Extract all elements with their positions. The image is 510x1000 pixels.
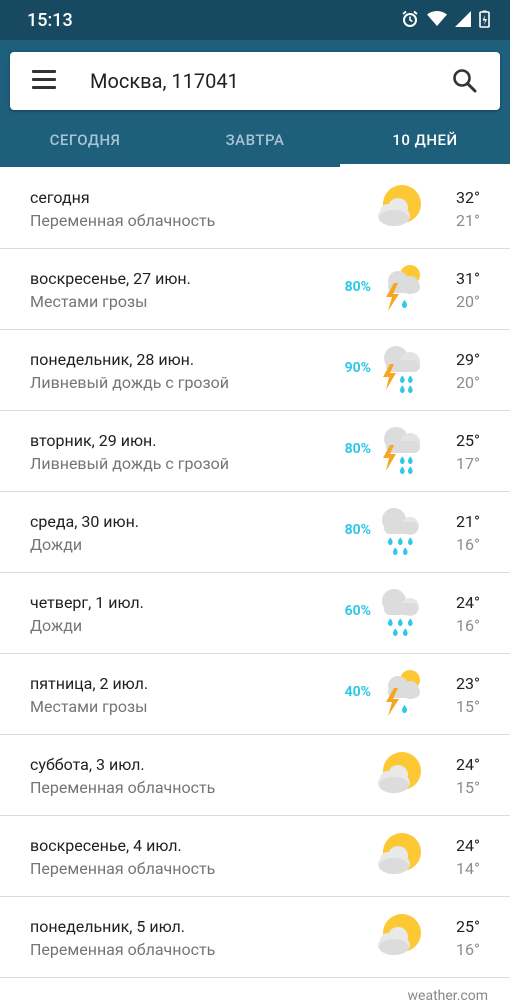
wifi-icon xyxy=(427,11,447,26)
partly-cloudy-icon xyxy=(372,180,428,236)
forecast-description: Дожди xyxy=(30,616,83,635)
status-icons xyxy=(401,10,490,28)
high-temperature: 29° xyxy=(456,350,480,369)
low-temperature: 21° xyxy=(456,211,480,230)
high-temperature: 24° xyxy=(456,593,480,612)
tab-today[interactable]: СЕГОДНЯ xyxy=(0,115,170,167)
tab-bar: СЕГОДНЯ ЗАВТРА 10 ДНЕЙ xyxy=(0,115,510,167)
high-temperature: 31° xyxy=(456,269,480,288)
forecast-description: Ливневый дождь с грозой xyxy=(30,373,230,392)
forecast-row[interactable]: пятница, 2 июл. Местами грозы 40% 23° 15° xyxy=(0,654,510,735)
precipitation-chance: 40% xyxy=(344,684,371,700)
partly-cloudy-icon xyxy=(372,747,428,803)
low-temperature: 16° xyxy=(456,535,480,554)
status-bar: 15:13 xyxy=(0,0,510,40)
search-icon[interactable] xyxy=(452,68,478,94)
low-temperature: 16° xyxy=(456,616,480,635)
forecast-day: воскресенье, 4 июл. xyxy=(30,836,182,855)
scattered-thunderstorms-icon xyxy=(372,261,428,317)
forecast-description: Местами грозы xyxy=(30,292,148,311)
forecast-day: сегодня xyxy=(30,188,90,207)
forecast-description: Местами грозы xyxy=(30,697,148,716)
app-header: 15:13 Москва, 117041 СЕГОДНЯ ЗАВТРА 10 Д… xyxy=(0,0,510,167)
forecast-row[interactable]: воскресенье, 27 июн. Местами грозы 80% 31° 2… xyxy=(0,249,510,330)
forecast-day: воскресенье, 27 июн. xyxy=(30,269,191,288)
menu-icon[interactable] xyxy=(32,70,56,92)
forecast-row[interactable]: четверг, 1 июл. Дожди 60% 24° 16° xyxy=(0,573,510,654)
rain-icon xyxy=(372,504,428,560)
precipitation-chance: 80% xyxy=(344,522,371,538)
forecast-day: пятница, 2 июл. xyxy=(30,674,149,693)
forecast-description: Дожди xyxy=(30,535,83,554)
signal-icon xyxy=(455,11,471,27)
low-temperature: 15° xyxy=(456,697,480,716)
location-text[interactable]: Москва, 117041 xyxy=(90,69,239,93)
thunder-shower-icon xyxy=(372,342,428,398)
forecast-description: Переменная облачность xyxy=(30,778,216,797)
battery-icon xyxy=(479,10,490,28)
high-temperature: 23° xyxy=(456,674,480,693)
low-temperature: 17° xyxy=(456,454,480,473)
low-temperature: 16° xyxy=(456,940,480,959)
precipitation-chance: 80% xyxy=(344,279,371,295)
forecast-row[interactable]: понедельник, 28 июн. Ливневый дождь с гро… xyxy=(0,330,510,411)
status-time: 15:13 xyxy=(27,10,73,31)
high-temperature: 24° xyxy=(456,755,480,774)
thunder-shower-icon xyxy=(372,423,428,479)
tab-10-days[interactable]: 10 ДНЕЙ xyxy=(340,115,510,167)
low-temperature: 15° xyxy=(456,778,480,797)
forecast-day: четверг, 1 июл. xyxy=(30,593,144,612)
partly-cloudy-icon xyxy=(372,828,428,884)
forecast-day: вторник, 29 июн. xyxy=(30,431,157,450)
forecast-day: понедельник, 5 июл. xyxy=(30,917,185,936)
high-temperature: 32° xyxy=(456,188,480,207)
low-temperature: 20° xyxy=(456,292,480,311)
forecast-day: среда, 30 июн. xyxy=(30,512,140,531)
high-temperature: 24° xyxy=(456,836,480,855)
source-credit: weather.com xyxy=(407,988,488,1000)
forecast-row[interactable]: сегодня Переменная облачность 32° 21° xyxy=(0,168,510,249)
high-temperature: 21° xyxy=(456,512,480,531)
search-bar[interactable]: Москва, 117041 xyxy=(10,52,500,110)
forecast-description: Переменная облачность xyxy=(30,940,216,959)
forecast-description: Переменная облачность xyxy=(30,859,216,878)
partly-cloudy-icon xyxy=(372,909,428,965)
low-temperature: 14° xyxy=(456,859,480,878)
precipitation-chance: 90% xyxy=(344,360,371,376)
precipitation-chance: 80% xyxy=(344,441,371,457)
forecast-row[interactable]: среда, 30 июн. Дожди 80% 21° 16° xyxy=(0,492,510,573)
forecast-row[interactable]: воскресенье, 4 июл. Переменная облачность… xyxy=(0,816,510,897)
high-temperature: 25° xyxy=(456,431,480,450)
forecast-row[interactable]: вторник, 29 июн. Ливневый дождь с грозой 8… xyxy=(0,411,510,492)
forecast-row[interactable]: суббота, 3 июл. Переменная облачность 24° 1… xyxy=(0,735,510,816)
forecast-list: сегодня Переменная облачность 32° 21° воскре… xyxy=(0,168,510,978)
precipitation-chance: 60% xyxy=(344,603,371,619)
forecast-row[interactable]: понедельник, 5 июл. Переменная облачность… xyxy=(0,897,510,978)
alarm-icon xyxy=(402,10,418,27)
tab-tomorrow[interactable]: ЗАВТРА xyxy=(170,115,340,167)
forecast-day: суббота, 3 июл. xyxy=(30,755,145,774)
rain-icon xyxy=(372,585,428,641)
forecast-day: понедельник, 28 июн. xyxy=(30,350,195,369)
forecast-description: Ливневый дождь с грозой xyxy=(30,454,230,473)
scattered-thunderstorms-icon xyxy=(372,666,428,722)
high-temperature: 25° xyxy=(456,917,480,936)
forecast-description: Переменная облачность xyxy=(30,211,216,230)
low-temperature: 20° xyxy=(456,373,480,392)
